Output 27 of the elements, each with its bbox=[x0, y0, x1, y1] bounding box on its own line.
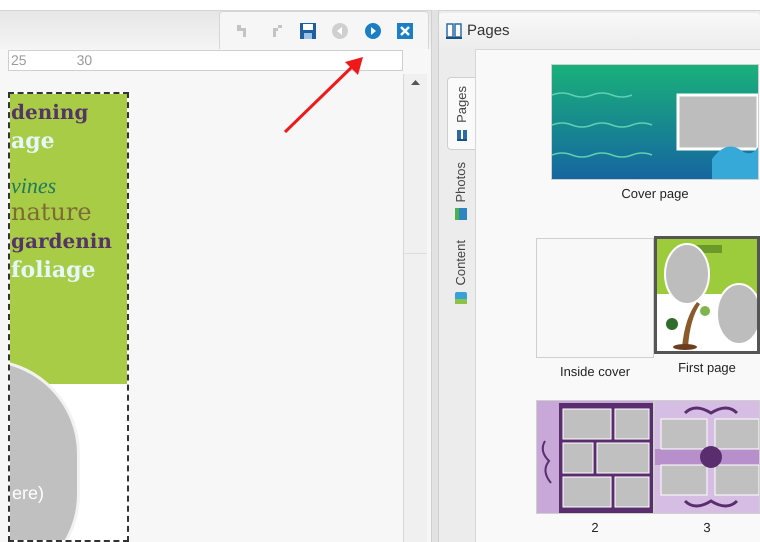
book-icon bbox=[456, 128, 468, 141]
panel-title: Pages bbox=[467, 20, 510, 41]
side-tab[interactable]: Content bbox=[447, 232, 475, 312]
scroll-up-icon[interactable] bbox=[411, 80, 420, 85]
page-word: age bbox=[11, 127, 56, 156]
page-word: vines bbox=[11, 174, 58, 198]
page-word: gardenin bbox=[11, 228, 113, 255]
thumbnail-label: Inside cover bbox=[560, 364, 630, 380]
ruler-number: 30 bbox=[76, 51, 92, 70]
side-tab[interactable]: Photos bbox=[447, 154, 475, 228]
thumbnail-label: Cover page bbox=[621, 186, 689, 202]
photo-caption: ere) bbox=[12, 482, 44, 505]
content-icon bbox=[455, 292, 467, 304]
close-icon[interactable] bbox=[396, 20, 414, 40]
photo-icon bbox=[455, 208, 467, 220]
side-tab[interactable]: Pages bbox=[447, 77, 475, 150]
thumbnail-label: 3 bbox=[703, 520, 711, 536]
page-word: foliage bbox=[11, 256, 96, 285]
scrollbar[interactable] bbox=[403, 74, 428, 542]
thumbnail-label: 2 bbox=[591, 520, 599, 536]
ruler-number: 25 bbox=[11, 51, 27, 70]
thumbnail-label: First page bbox=[678, 360, 736, 376]
play-icon[interactable] bbox=[363, 20, 382, 40]
book-icon bbox=[445, 22, 463, 40]
page-word: dening bbox=[11, 99, 90, 126]
save-icon[interactable] bbox=[298, 20, 318, 40]
page-word: nature bbox=[11, 198, 93, 227]
